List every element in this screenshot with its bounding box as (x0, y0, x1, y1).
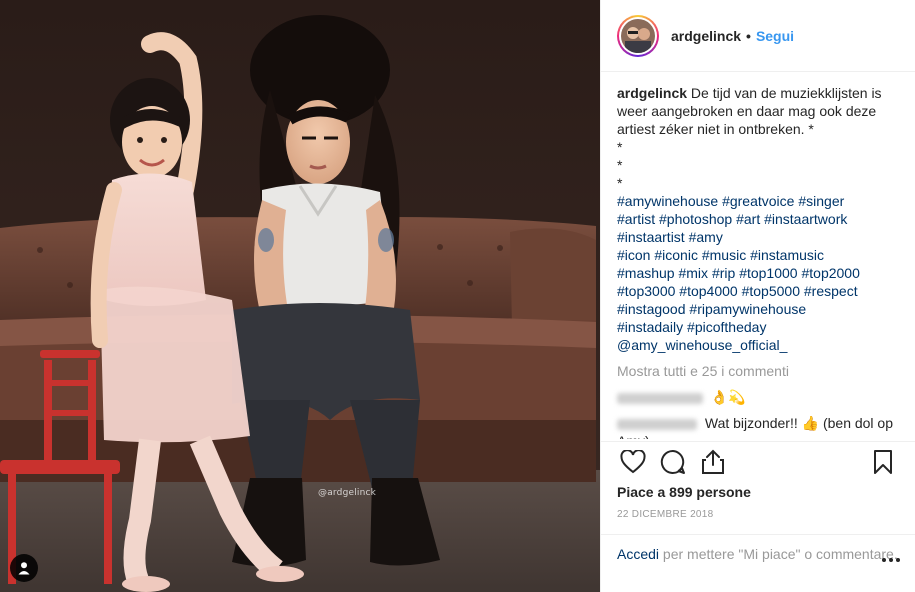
user-icon (18, 562, 30, 575)
more-options-icon (882, 558, 900, 562)
instagram-post: @ardgelinck ardgelinck • Segui ardgelinc… (0, 0, 915, 592)
action-bar (601, 441, 915, 481)
hashtag-link[interactable]: #rip (712, 265, 735, 281)
caption-username[interactable]: ardgelinck (617, 85, 687, 101)
more-options-button[interactable] (881, 549, 901, 567)
hashtag-link[interactable]: #instaartwork (764, 211, 847, 227)
heart-icon (620, 449, 646, 473)
bookmark-icon (874, 449, 892, 474)
avatar-image (621, 18, 655, 53)
hashtag-link[interactable]: #mix (678, 265, 708, 281)
hashtag-link[interactable]: #instamusic (750, 247, 824, 263)
hashtag-link[interactable]: #singer (798, 193, 844, 209)
hashtag-link[interactable]: #mashup (617, 265, 675, 281)
hashtag-link[interactable]: #top3000 (617, 283, 675, 299)
avatar-picture (621, 18, 655, 53)
hashtag-link[interactable]: #instadaily (617, 319, 683, 335)
hashtag-link[interactable]: #iconic (654, 247, 698, 263)
hashtag-link[interactable]: #icon (617, 247, 650, 263)
hashtag-link[interactable]: #instaartist (617, 229, 685, 245)
comment-item: 👌💫 (617, 388, 899, 406)
hashtag-line: #amywinehouse #greatvoice #singer (617, 192, 899, 210)
hashtag-link[interactable]: #top4000 (679, 283, 737, 299)
login-prompt: Accedi per mettere "Mi piace" o commenta… (601, 534, 915, 592)
hashtag-link[interactable]: #music (702, 247, 746, 263)
hashtag-line: @amy_winehouse_official_ (617, 336, 899, 354)
likes-summary[interactable]: Piace a 899 persone (601, 481, 915, 501)
user-tag-button[interactable] (10, 554, 38, 582)
follow-button[interactable]: Segui (756, 28, 794, 44)
hashtag-link[interactable]: #ripamywinehouse (689, 301, 806, 317)
post-side-panel: ardgelinck • Segui ardgelinck De tijd va… (600, 0, 915, 592)
hashtag-list: #amywinehouse #greatvoice #singer #artist… (617, 192, 899, 354)
hashtag-line: #instadaily #picoftheday (617, 318, 899, 336)
hashtag-line: #mashup #mix #rip #top1000 #top2000 (617, 264, 899, 282)
hashtag-line: #instagood #ripamywinehouse (617, 300, 899, 318)
like-button[interactable] (613, 442, 653, 482)
hashtag-link[interactable]: #amy (689, 229, 723, 245)
hashtag-line: #artist #photoshop #art #instaartwork (617, 210, 899, 228)
likes-suffix: persone (696, 484, 751, 500)
caption-star: * (617, 157, 623, 173)
comment-icon (660, 449, 685, 474)
comment-username-blurred[interactable] (617, 418, 697, 430)
hashtag-line: #instaartist #amy (617, 228, 899, 246)
save-button[interactable] (863, 442, 903, 482)
hashtag-link[interactable]: #artist (617, 211, 655, 227)
post-date[interactable]: 22 DICEMBRE 2018 (601, 501, 915, 520)
hashtag-link[interactable]: #amywinehouse (617, 193, 718, 209)
header-separator: • (746, 27, 751, 44)
comment-username-blurred[interactable] (617, 392, 703, 404)
hashtag-link[interactable]: #photoshop (659, 211, 732, 227)
hashtag-link[interactable]: #art (736, 211, 760, 227)
likes-count: 899 (669, 484, 693, 500)
hashtag-link[interactable]: #picoftheday (687, 319, 766, 335)
photo-watermark: @ardgelinck (318, 488, 377, 498)
hashtag-link[interactable]: #instagood (617, 301, 686, 317)
hashtag-line: #icon #iconic #music #instamusic (617, 246, 899, 264)
comment-button[interactable] (653, 442, 693, 482)
hashtag-link[interactable]: #top5000 (742, 283, 800, 299)
hashtag-link[interactable]: #top1000 (739, 265, 797, 281)
view-all-comments-link[interactable]: Mostra tutti e 25 i commenti (617, 362, 899, 380)
comment-text: 👌💫 (710, 389, 746, 405)
likes-prefix: Piace a (617, 484, 666, 500)
comments-section: ardgelinck De tijd van de muziekklijsten… (601, 72, 915, 439)
comment-item: Wat bijzonder!! 👍 (ben dol op Amy) (617, 414, 899, 439)
avatar-border (619, 16, 657, 55)
login-text: per mettere "Mi piace" o commentare. (662, 546, 898, 562)
hashtag-line: #top3000 #top4000 #top5000 #respect (617, 282, 899, 300)
photo-artwork (0, 0, 600, 592)
share-icon (702, 449, 724, 474)
hashtag-link[interactable]: #top2000 (801, 265, 859, 281)
post-photo[interactable]: @ardgelinck (0, 0, 600, 592)
header-username[interactable]: ardgelinck (671, 28, 741, 44)
post-header: ardgelinck • Segui (601, 0, 915, 72)
hashtag-link[interactable]: #greatvoice (722, 193, 794, 209)
hashtag-link[interactable]: #respect (804, 283, 858, 299)
avatar[interactable] (617, 14, 659, 57)
post-caption: ardgelinck De tijd van de muziekklijsten… (617, 84, 899, 354)
caption-star: * (617, 139, 623, 155)
login-link[interactable]: Accedi (617, 546, 659, 562)
share-button[interactable] (693, 442, 733, 482)
caption-star: * (617, 175, 623, 191)
mention-link[interactable]: @amy_winehouse_official_ (617, 337, 787, 353)
